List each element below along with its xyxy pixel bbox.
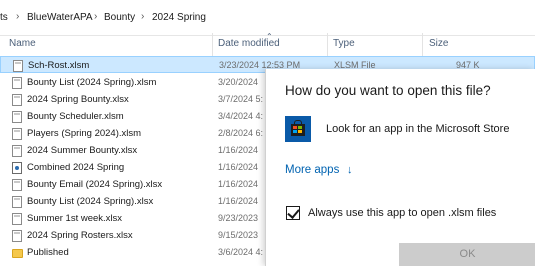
breadcrumb-separator-icon: › [141, 11, 145, 22]
file-name: 2024 Spring Bounty.xlsx [27, 94, 129, 105]
file-date: 1/16/2024 [218, 162, 259, 172]
breadcrumb-item[interactable]: ts [0, 12, 8, 23]
file-name: 2024 Spring Rosters.xlsx [27, 230, 133, 241]
file-date: 1/16/2024 [218, 196, 259, 206]
file-name: Bounty List (2024 Spring).xlsm [27, 77, 157, 88]
store-bag-icon [291, 124, 305, 136]
file-date: 2/8/2024 6: [218, 128, 264, 138]
folder-name: Published [27, 247, 69, 258]
excel-file-icon [12, 128, 22, 140]
open-with-dialog: How do you want to open this file? Look … [265, 69, 535, 266]
microsoft-store-icon[interactable] [285, 116, 311, 142]
file-date: 3/6/2024 4: [218, 247, 264, 257]
column-divider[interactable] [212, 33, 213, 57]
breadcrumb-separator-icon: › [94, 11, 98, 22]
address-bar[interactable]: ts › BlueWaterAPA › Bounty › 2024 Spring [0, 0, 535, 36]
excel-file-icon [12, 94, 22, 106]
folder-icon [12, 249, 23, 258]
breadcrumb-item[interactable]: 2024 Spring [152, 12, 206, 23]
always-use-label[interactable]: Always use this app to open .xlsm files [308, 207, 496, 219]
file-date: 3/20/2024 [218, 77, 259, 87]
excel-file-icon [13, 60, 23, 72]
down-arrow-icon[interactable]: ↓ [347, 164, 353, 176]
file-name: Bounty Scheduler.xlsm [27, 111, 124, 122]
always-use-checkbox[interactable] [286, 206, 300, 220]
breadcrumb-separator-icon: › [16, 11, 20, 22]
file-date: 1/16/2024 [218, 145, 259, 155]
store-option-label[interactable]: Look for an app in the Microsoft Store [326, 123, 509, 135]
column-divider[interactable] [327, 33, 328, 57]
column-header-size[interactable]: Size [429, 38, 448, 49]
column-header-name[interactable]: Name [9, 38, 36, 49]
excel-file-icon [12, 77, 22, 89]
column-header-date-modified[interactable]: Date modified [218, 38, 280, 49]
excel-file-icon [12, 111, 22, 123]
ok-button[interactable]: OK [399, 243, 535, 266]
document-icon [12, 162, 22, 174]
excel-file-icon [12, 213, 22, 225]
column-header-type[interactable]: Type [333, 38, 355, 49]
file-name: Bounty Email (2024 Spring).xlsx [27, 179, 163, 190]
file-name: 2024 Summer Bounty.xlsx [27, 145, 138, 156]
column-divider[interactable] [422, 33, 423, 57]
file-date: 3/7/2024 5: [218, 94, 264, 104]
file-name: Bounty List (2024 Spring).xlsx [27, 196, 154, 207]
file-name: Summer 1st week.xlsx [27, 213, 123, 224]
more-apps-link[interactable]: More apps [285, 164, 339, 176]
file-date: 9/23/2023 [218, 213, 259, 223]
file-date: 9/15/2023 [218, 230, 259, 240]
breadcrumb-item[interactable]: BlueWaterAPA [27, 12, 93, 23]
file-date: 3/4/2024 4: [218, 111, 264, 121]
excel-file-icon [12, 145, 22, 157]
excel-file-icon [12, 179, 22, 191]
file-name: Sch-Rost.xlsm [28, 60, 90, 71]
file-name: Combined 2024 Spring [27, 162, 125, 173]
breadcrumb-item[interactable]: Bounty [104, 12, 135, 23]
excel-file-icon [12, 196, 22, 208]
excel-file-icon [12, 230, 22, 242]
file-date: 1/16/2024 [218, 179, 259, 189]
dialog-title: How do you want to open this file? [285, 83, 491, 98]
file-name: Players (Spring 2024).xlsm [27, 128, 142, 139]
